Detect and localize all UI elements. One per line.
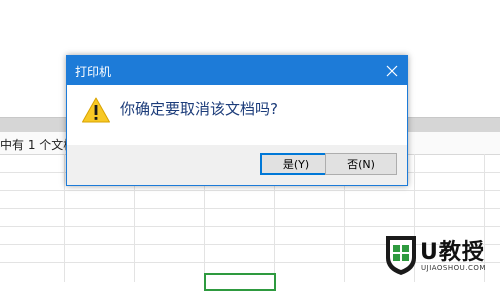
dialog-body: 你确定要取消该文档吗? [67,85,407,145]
watermark-title: U教授 [420,240,485,265]
watermark-logo: U教授 UJIAOSHOU.COM [378,228,500,282]
close-icon [386,65,398,76]
grid-line [0,226,500,227]
shield-logo-icon [386,236,416,275]
no-button[interactable]: 否(N) [325,153,397,175]
grid-line [64,154,65,282]
dialog-message: 你确定要取消该文档吗? [120,100,278,118]
close-button[interactable] [377,56,407,85]
background-status-text: 中有 1 个文档 [0,138,76,152]
dialog-titlebar[interactable]: 打印机 [67,56,407,85]
yes-button[interactable]: 是(Y) [260,153,332,175]
grid-line [0,208,500,209]
confirm-dialog: 打印机 你确定要取消该文档吗? 是(Y) 否(N) [66,55,408,186]
watermark-subtitle: UJIAOSHOU.COM [421,264,486,272]
warning-icon [82,97,110,123]
dialog-title: 打印机 [75,65,112,79]
grid-line [0,190,500,191]
dialog-footer: 是(Y) 否(N) [67,145,407,185]
selected-cell[interactable] [204,273,276,291]
